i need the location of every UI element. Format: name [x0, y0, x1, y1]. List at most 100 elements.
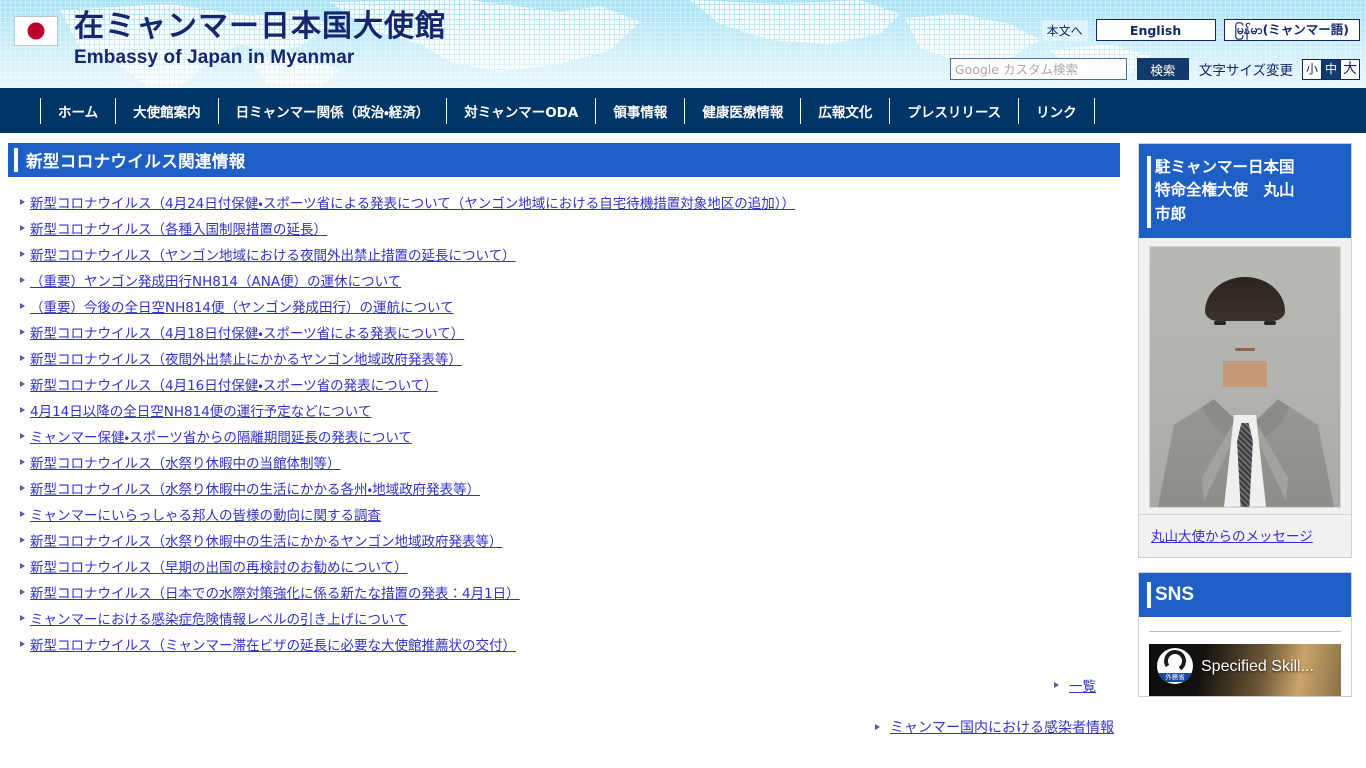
- list-item: 新型コロナウイルス（水祭り休暇中の生活にかかる各州・地域政府発表等）: [8, 477, 1120, 503]
- sns-video-caption: Specified Skill...: [1201, 657, 1314, 675]
- list-item: ミャンマー保健・スポーツ省からの隔離期間延長の発表について: [8, 425, 1120, 451]
- nav-item-press-release[interactable]: プレスリリース: [889, 97, 1018, 124]
- nav-item-embassy-info[interactable]: 大使館案内: [115, 97, 218, 124]
- font-size-label: 文字サイズ変更: [1198, 63, 1293, 79]
- list-item: 新型コロナウイルス（水祭り休暇中の生活にかかるヤンゴン地域政府発表等）: [8, 529, 1120, 555]
- arrow-bullet-icon: [20, 641, 25, 647]
- ambassador-message-row: 丸山大使からのメッセージ: [1139, 513, 1351, 557]
- section-header-covid: 新型コロナウイルス関連情報: [8, 143, 1120, 177]
- list-item: 新型コロナウイルス（4月16日付保健・スポーツ省の発表について）: [8, 373, 1120, 399]
- covid-link[interactable]: 4月14日以降の全日空NH814便の運行予定などについて: [30, 402, 371, 422]
- covid-link[interactable]: （重要）今後の全日空NH814便（ヤンゴン発成田行）の運航について: [30, 298, 454, 318]
- infection-info-row: ミャンマー国内における感染者情報: [8, 717, 1120, 737]
- nav-item-culture[interactable]: 広報文化: [800, 97, 889, 124]
- ambassador-photo-wrap: [1139, 237, 1351, 514]
- ambassador-title: 駐ミャンマー日本国 特命全権大使 丸山 市郎: [1155, 158, 1295, 223]
- arrow-bullet-icon: [1054, 682, 1059, 688]
- font-size-large-button[interactable]: 大: [1340, 58, 1360, 80]
- covid-link-list: 新型コロナウイルス（4月24日付保健・スポーツ省による発表について（ヤンゴン地域…: [8, 191, 1120, 659]
- covid-link[interactable]: ミャンマーにおける感染症危険情報レベルの引き上げについて: [30, 610, 408, 630]
- arrow-bullet-icon: [20, 329, 25, 335]
- arrow-bullet-icon: [20, 251, 25, 257]
- nav-item-health-medical[interactable]: 健康医療情報: [684, 97, 800, 124]
- sns-title: SNS: [1155, 583, 1195, 605]
- covid-link[interactable]: 新型コロナウイルス（水祭り休暇中の生活にかかるヤンゴン地域政府発表等）: [30, 532, 503, 552]
- nav-item-home[interactable]: ホーム: [40, 97, 115, 124]
- covid-link[interactable]: 新型コロナウイルス（夜間外出禁止にかかるヤンゴン地域政府発表等）: [30, 350, 462, 370]
- mofa-logo-icon: 外務省: [1157, 647, 1193, 684]
- sns-divider: [1149, 630, 1341, 632]
- font-size-group: 小 中 大: [1302, 58, 1360, 80]
- skip-to-content-link[interactable]: 本文へ: [1041, 19, 1088, 41]
- covid-link[interactable]: 新型コロナウイルス（水祭り休暇中の当館体制等）: [30, 454, 341, 474]
- ambassador-card: 駐ミャンマー日本国 特命全権大使 丸山 市郎 丸山大使からのメッセージ: [1138, 143, 1352, 558]
- sns-video-thumbnail[interactable]: 外務省 Specified Skill...: [1149, 643, 1341, 696]
- list-item: （重要）ヤンゴン発成田行NH814（ANA便）の運休について: [8, 269, 1120, 295]
- language-english-button[interactable]: English: [1095, 19, 1216, 41]
- list-item: 新型コロナウイルス（ミャンマー滞在ビザの延長に必要な大使館推薦状の交付）: [8, 633, 1120, 659]
- ambassador-portrait-image: [1149, 245, 1341, 508]
- search-input[interactable]: [949, 58, 1127, 80]
- list-item: 新型コロナウイルス（各種入国制限措置の延長）: [8, 217, 1120, 243]
- arrow-bullet-icon: [20, 615, 25, 621]
- nav-item-consular[interactable]: 領事情報: [595, 97, 684, 124]
- nav-item-links[interactable]: リンク: [1018, 97, 1095, 124]
- font-size-small-button[interactable]: 小: [1302, 58, 1322, 80]
- site-title-ja: 在ミャンマー日本国大使館: [74, 9, 446, 44]
- nav-item-japan-myanmar-relations[interactable]: 日ミャンマー関係（政治・経済）: [217, 97, 447, 124]
- covid-link[interactable]: ミャンマーにいらっしゃる邦人の皆様の動向に関する調査: [30, 506, 381, 526]
- arrow-bullet-icon: [20, 225, 25, 231]
- font-size-medium-button[interactable]: 中: [1321, 58, 1341, 80]
- sns-header: SNS: [1139, 572, 1351, 617]
- arrow-bullet-icon: [20, 459, 25, 465]
- list-item: 新型コロナウイルス（水祭り休暇中の当館体制等）: [8, 451, 1120, 477]
- list-item: 新型コロナウイルス（4月18日付保健・スポーツ省による発表について）: [8, 321, 1120, 347]
- site-brand[interactable]: 在ミャンマー日本国大使館 Embassy of Japan in Myanmar: [14, 9, 446, 69]
- covid-link[interactable]: 新型コロナウイルス（4月16日付保健・スポーツ省の発表について）: [30, 376, 438, 396]
- covid-link[interactable]: 新型コロナウイルス（水祭り休暇中の生活にかかる各州・地域政府発表等）: [30, 480, 480, 500]
- covid-link[interactable]: 新型コロナウイルス（ヤンゴン地域における夜間外出禁止措置の延長について）: [30, 246, 516, 266]
- covid-link[interactable]: 新型コロナウイルス（4月24日付保健・スポーツ省による発表について（ヤンゴン地域…: [30, 194, 795, 214]
- mofa-badge-label: 外務省: [1157, 672, 1193, 682]
- list-item: 新型コロナウイルス（夜間外出禁止にかかるヤンゴン地域政府発表等）: [8, 347, 1120, 373]
- site-header: 在ミャンマー日本国大使館 Embassy of Japan in Myanmar…: [0, 0, 1366, 88]
- arrow-bullet-icon: [20, 589, 25, 595]
- more-link-row: 一覧: [8, 675, 1120, 695]
- mofa-ring-shape: [1161, 647, 1189, 674]
- search-button[interactable]: 検索: [1136, 58, 1189, 80]
- site-title-en: Embassy of Japan in Myanmar: [74, 46, 355, 68]
- list-item: 新型コロナウイルス（日本での水際対策強化に係る新たな措置の発表：4月1日）: [8, 581, 1120, 607]
- covid-link[interactable]: 新型コロナウイルス（日本での水際対策強化に係る新たな措置の発表：4月1日）: [30, 584, 520, 604]
- infection-info-link[interactable]: ミャンマー国内における感染者情報: [890, 717, 1114, 737]
- arrow-bullet-icon: [20, 277, 25, 283]
- list-item: 4月14日以降の全日空NH814便の運行予定などについて: [8, 399, 1120, 425]
- japan-flag-icon: [14, 16, 58, 46]
- header-top-controls: 本文へ English မြန်မာ(ミャンマー語): [1041, 19, 1360, 41]
- covid-link[interactable]: 新型コロナウイルス（ミャンマー滞在ビザの延長に必要な大使館推薦状の交付）: [30, 636, 516, 656]
- language-myanmar-button[interactable]: မြန်မာ(ミャンマー語): [1223, 19, 1360, 41]
- view-all-link[interactable]: 一覧: [1069, 675, 1096, 695]
- list-item: （重要）今後の全日空NH814便（ヤンゴン発成田行）の運航について: [8, 295, 1120, 321]
- arrow-bullet-icon: [20, 511, 25, 517]
- main-navigation: ホーム 大使館案内 日ミャンマー関係（政治・経済） 対ミャンマーODA 領事情報…: [0, 88, 1366, 133]
- list-item: 新型コロナウイルス（ヤンゴン地域における夜間外出禁止措置の延長について）: [8, 243, 1120, 269]
- header-bottom-controls: 検索 文字サイズ変更 小 中 大: [949, 58, 1360, 80]
- covid-link[interactable]: 新型コロナウイルス（早期の出国の再検討のお勧めについて）: [30, 558, 408, 578]
- covid-link[interactable]: ミャンマー保健・スポーツ省からの隔離期間延長の発表について: [30, 428, 412, 448]
- arrow-bullet-icon: [20, 199, 25, 205]
- nav-item-oda[interactable]: 対ミャンマーODA: [446, 97, 595, 124]
- portrait-brow-right: [1263, 313, 1278, 317]
- list-item: 新型コロナウイルス（早期の出国の再検討のお勧めについて）: [8, 555, 1120, 581]
- covid-link[interactable]: 新型コロナウイルス（4月18日付保健・スポーツ省による発表について）: [30, 324, 464, 344]
- arrow-bullet-icon: [20, 563, 25, 569]
- arrow-bullet-icon: [20, 537, 25, 543]
- portrait-eye-left: [1214, 320, 1226, 325]
- page-body: 新型コロナウイルス関連情報 新型コロナウイルス（4月24日付保健・スポーツ省によ…: [0, 133, 1366, 768]
- covid-link[interactable]: （重要）ヤンゴン発成田行NH814（ANA便）の運休について: [30, 272, 401, 292]
- list-item: 新型コロナウイルス（4月24日付保健・スポーツ省による発表について（ヤンゴン地域…: [8, 191, 1120, 217]
- covid-link[interactable]: 新型コロナウイルス（各種入国制限措置の延長）: [30, 220, 327, 240]
- ambassador-message-link[interactable]: 丸山大使からのメッセージ: [1151, 529, 1313, 545]
- portrait-mouth: [1235, 347, 1255, 351]
- arrow-bullet-icon: [20, 303, 25, 309]
- portrait-eye-right: [1264, 320, 1276, 325]
